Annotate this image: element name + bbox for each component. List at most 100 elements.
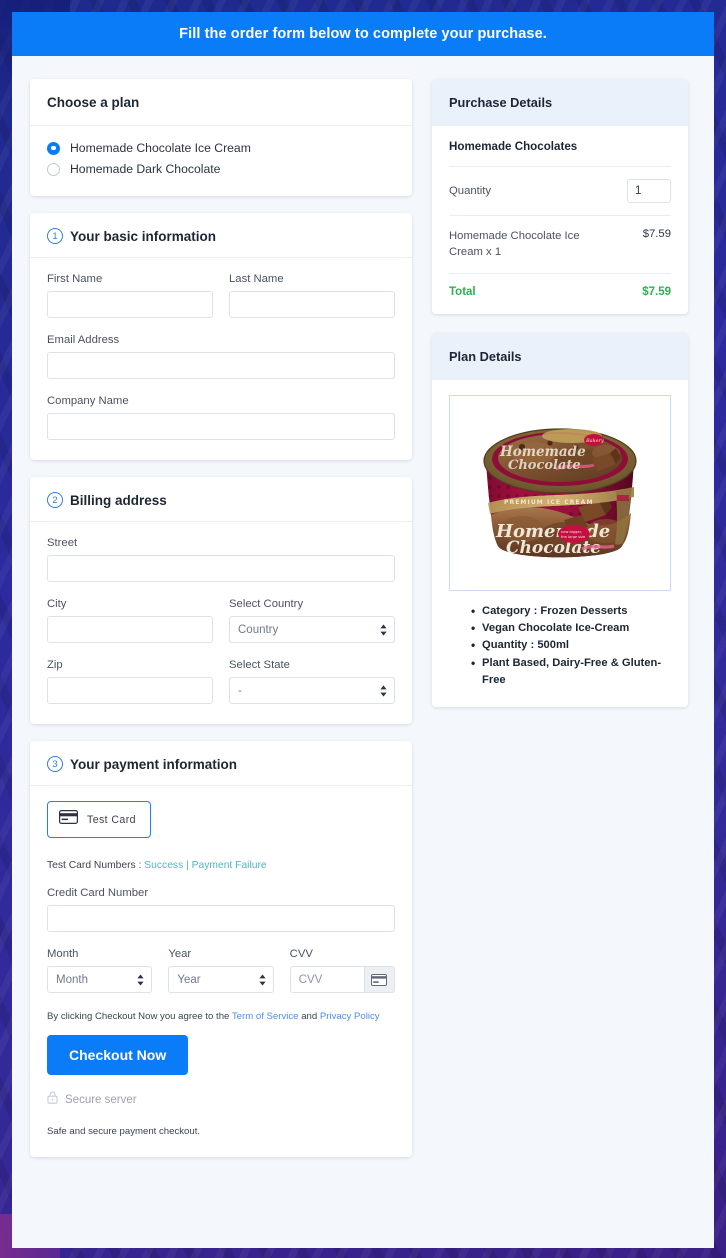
purchase-product-name: Homemade Chocolates — [449, 126, 671, 167]
first-name-group: First Name — [47, 273, 213, 318]
choose-plan-header: Choose a plan — [30, 79, 412, 126]
cvv-input[interactable] — [289, 966, 365, 993]
purchase-details-panel: Purchase Details Homemade Chocolates Qua… — [432, 79, 688, 314]
plan-details-title: Plan Details — [449, 348, 522, 364]
step-number-badge: 2 — [47, 492, 63, 508]
cvv-label: CVV — [289, 948, 313, 960]
svg-text:Chocolate: Chocolate — [508, 458, 581, 473]
state-group: Select State - — [229, 659, 395, 704]
credit-card-number-label: Credit Card Number — [47, 887, 149, 899]
radio-icon-unselected[interactable] — [47, 162, 60, 176]
city-input[interactable] — [47, 616, 213, 643]
month-select[interactable]: Month — [47, 966, 153, 993]
line-item-name: Homemade Chocolate Ice Cream x 1 — [449, 230, 580, 259]
company-name-input[interactable] — [47, 413, 395, 440]
last-name-input[interactable] — [229, 291, 395, 318]
test-card-numbers-row: Test Card Numbers : Success | Payment Fa… — [47, 860, 395, 871]
total-amount: $7.59 — [642, 285, 671, 298]
secure-server-row: Secure server — [47, 1091, 395, 1109]
page-content: Choose a plan Homemade Chocolate Ice Cre… — [12, 56, 714, 1174]
plan-bullet: Category : Frozen Desserts — [471, 602, 671, 621]
right-column: Purchase Details Homemade Chocolates Qua… — [432, 79, 688, 726]
cvv-group: CVV — [289, 948, 395, 993]
left-column: Choose a plan Homemade Chocolate Ice Cre… — [30, 79, 412, 1174]
test-card-label: Test Card — [87, 813, 136, 826]
year-label: Year — [168, 948, 192, 960]
email-input[interactable] — [47, 352, 395, 379]
secure-server-text: Secure server — [65, 1094, 137, 1106]
plan-option-label: Homemade Chocolate Ice Cream — [70, 141, 251, 155]
page-banner: Fill the order form below to complete yo… — [12, 12, 714, 56]
plan-option-dark-chocolate[interactable]: Homemade Dark Chocolate — [47, 162, 395, 176]
first-name-input[interactable] — [47, 291, 213, 318]
last-name-group: Last Name — [229, 273, 395, 318]
country-group: Select Country Country — [229, 598, 395, 643]
company-name-label: Company Name — [47, 395, 129, 407]
purchase-details-body: Homemade Chocolates Quantity Homemade Ch… — [432, 126, 688, 314]
privacy-policy-link[interactable]: Privacy Policy — [320, 1011, 380, 1022]
step-number-badge: 3 — [47, 756, 63, 772]
radio-icon-selected[interactable] — [47, 141, 60, 155]
billing-address-card: 2 Billing address Street City Select Cou… — [30, 477, 412, 724]
svg-text:Bakery: Bakery — [585, 438, 604, 444]
terms-prefix: By clicking Checkout Now you agree to th… — [47, 1011, 230, 1022]
ice-cream-tub-image: PREMIUM ICE CREAM Homemade Chocolate now… — [483, 428, 637, 558]
basic-information-header: 1 Your basic information — [30, 213, 412, 258]
payment-information-card: 3 Your payment information Test Card Tes… — [30, 741, 412, 1157]
purchase-line-item-row: Homemade Chocolate Ice Cream x 1 $7.59 — [449, 216, 671, 274]
credit-card-number-input[interactable] — [47, 905, 395, 932]
test-card-link-separator: | — [186, 860, 189, 871]
test-card-button[interactable]: Test Card — [47, 801, 151, 838]
basic-information-title: Your basic information — [70, 228, 217, 244]
company-group: Company Name — [47, 395, 395, 440]
state-label: Select State — [229, 659, 290, 671]
purchase-quantity-row: Quantity — [449, 167, 671, 216]
plan-details-header: Plan Details — [432, 332, 688, 380]
plan-details-body: PREMIUM ICE CREAM Homemade Chocolate now… — [432, 394, 688, 707]
street-input[interactable] — [47, 555, 395, 582]
test-card-numbers-prefix: Test Card Numbers : — [47, 860, 142, 871]
street-label: Street — [47, 537, 78, 549]
plan-bullet: Quantity : 500ml — [471, 636, 671, 655]
year-select[interactable]: Year — [168, 966, 274, 993]
line-item-amount: $7.59 — [642, 228, 671, 240]
email-group: Email Address — [47, 334, 395, 379]
test-card-success-link[interactable]: Success — [144, 860, 183, 871]
basic-information-body: First Name Last Name Email Address Compa… — [30, 258, 412, 460]
country-select[interactable]: Country — [229, 616, 395, 643]
banner-text: Fill the order form below to complete yo… — [179, 26, 547, 42]
payment-information-title: Your payment information — [70, 756, 238, 772]
choose-plan-card: Choose a plan Homemade Chocolate Ice Cre… — [30, 79, 412, 196]
terms-of-service-link[interactable]: Term of Service — [232, 1011, 299, 1022]
payment-information-header: 3 Your payment information — [30, 741, 412, 786]
billing-address-title: Billing address — [70, 492, 167, 508]
quantity-input[interactable] — [627, 179, 671, 203]
purchase-details-title: Purchase Details — [449, 95, 553, 110]
checkout-now-button[interactable]: Checkout Now — [47, 1035, 189, 1075]
choose-plan-body: Homemade Chocolate Ice Cream Homemade Da… — [30, 126, 412, 196]
expiry-cvv-row: Month Month Year Year CVV CVV — [47, 948, 395, 993]
safe-checkout-note: Safe and secure payment checkout. — [47, 1126, 201, 1137]
month-group: Month Month — [47, 948, 153, 993]
purchase-details-header: Purchase Details — [432, 79, 688, 126]
zip-label: Zip — [47, 659, 63, 671]
zip-input[interactable] — [47, 677, 213, 704]
city-label: City — [47, 598, 67, 610]
billing-address-header: 2 Billing address — [30, 477, 412, 522]
first-name-label: First Name — [47, 273, 103, 285]
credit-card-icon — [59, 810, 78, 829]
billing-address-body: Street City Select Country Country Zip S… — [30, 522, 412, 724]
basic-information-card: 1 Your basic information First Name Last… — [30, 213, 412, 460]
payment-information-body: Test Card Test Card Numbers : Success | … — [30, 786, 412, 1157]
cvv-help-card-icon[interactable] — [364, 966, 395, 993]
plan-option-label: Homemade Dark Chocolate — [70, 162, 221, 176]
plan-option-ice-cream[interactable]: Homemade Chocolate Ice Cream — [47, 141, 395, 155]
total-label: Total — [449, 285, 476, 298]
plan-product-image-frame: PREMIUM ICE CREAM Homemade Chocolate now… — [449, 394, 671, 591]
plan-details-panel: Plan Details PREMIUM ICE CREAM Homemade … — [432, 332, 688, 707]
state-select[interactable]: - — [229, 677, 395, 704]
page-shell: Fill the order form below to complete yo… — [12, 12, 714, 1248]
test-card-failure-link[interactable]: Payment Failure — [192, 860, 267, 871]
svg-text:now bigger,: now bigger, — [561, 530, 582, 534]
step-number-badge: 1 — [47, 228, 63, 244]
